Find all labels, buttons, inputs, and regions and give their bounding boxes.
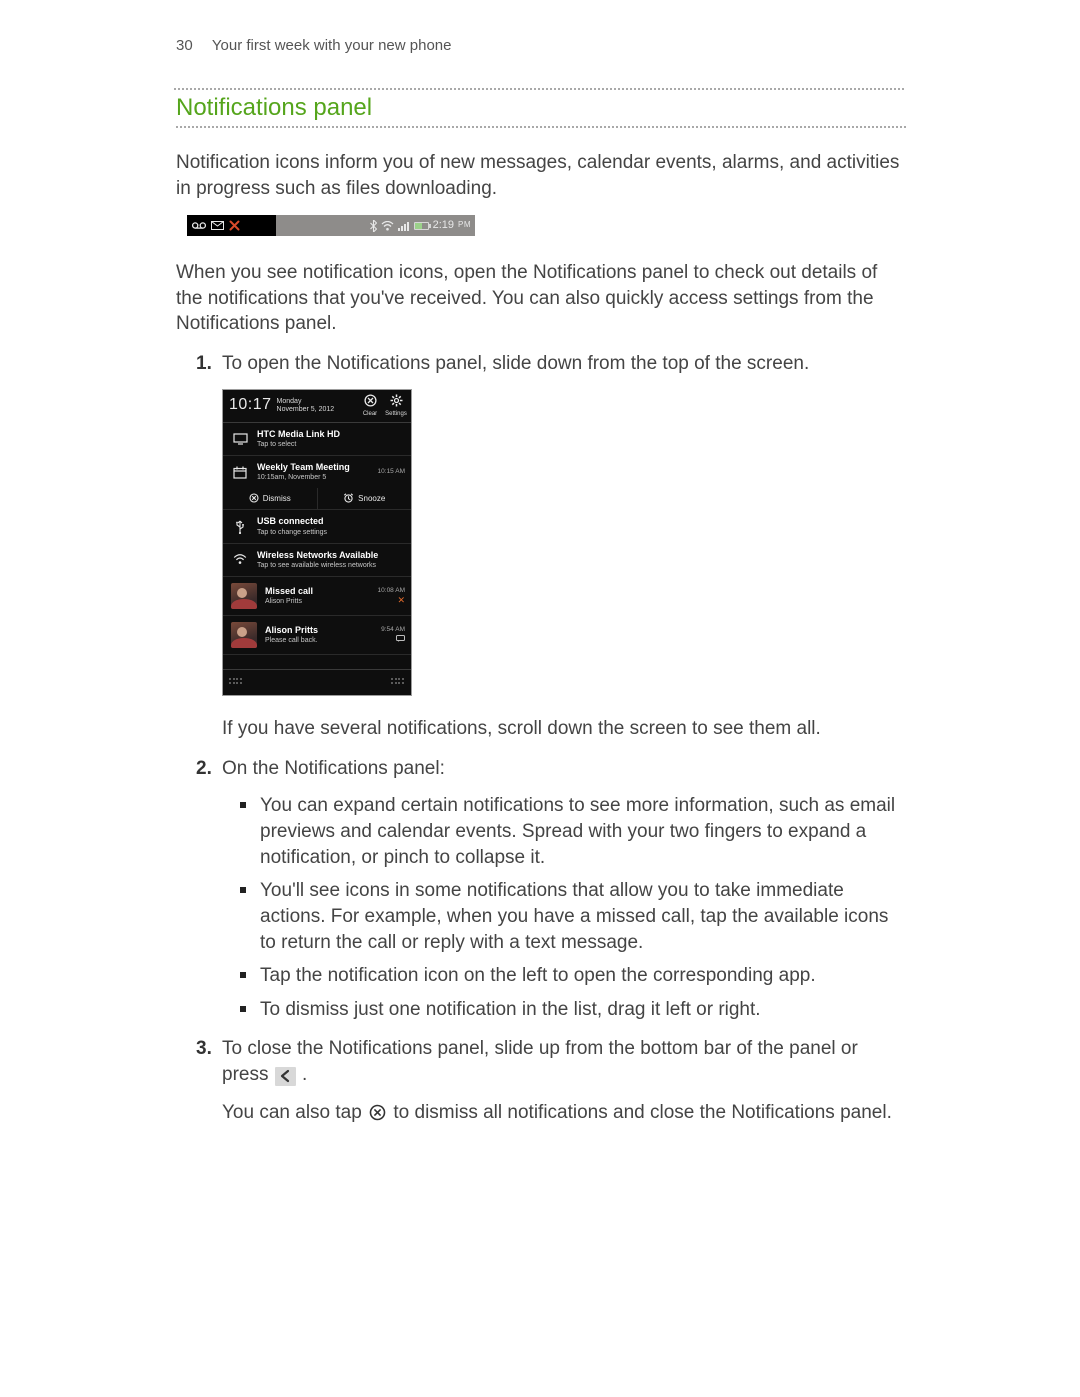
- page-number: 30: [176, 36, 208, 56]
- bluetooth-icon: [370, 220, 377, 232]
- intro-paragraph: Notification icons inform you of new mes…: [176, 150, 906, 201]
- step-2-bullet-2: You'll see icons in some notifications t…: [260, 878, 906, 955]
- rule-under: [176, 126, 906, 128]
- monitor-icon: [231, 433, 249, 445]
- status-time: 2:19: [433, 218, 454, 233]
- step-3-line-2: You can also tap to dismiss all notifica…: [222, 1100, 906, 1126]
- notifications-panel-figure: 10:17 Monday November 5, 2012 Clear: [222, 389, 412, 696]
- snooze-button[interactable]: Snooze: [317, 488, 412, 509]
- step-2-bullet-4: To dismiss just one notification in the …: [260, 997, 906, 1023]
- voicemail-icon: [192, 221, 206, 230]
- calendar-icon: [231, 466, 249, 479]
- dismiss-button[interactable]: Dismiss: [223, 488, 317, 509]
- clear-all-icon: [369, 1104, 386, 1121]
- panel-handle[interactable]: [223, 669, 411, 695]
- status-ampm: PM: [458, 220, 471, 231]
- battery-icon: [414, 222, 429, 230]
- settings-button[interactable]: Settings: [383, 394, 409, 418]
- notification-row-message[interactable]: Alison PrittsPlease call back. 9:54 AM: [223, 616, 411, 655]
- panel-day: Monday: [277, 398, 302, 405]
- wifi-icon: [381, 221, 394, 231]
- wifi-icon: [231, 554, 249, 565]
- step-1-text: To open the Notifications panel, slide d…: [222, 351, 906, 377]
- mail-icon: [211, 221, 224, 230]
- avatar: [231, 583, 257, 609]
- signal-icon: [398, 221, 410, 231]
- scroll-hint: If you have several notifications, scrol…: [222, 716, 906, 742]
- panel-date: November 5, 2012: [277, 406, 335, 413]
- header-breadcrumb: Your first week with your new phone: [212, 37, 452, 54]
- step-3-line-1: To close the Notifications panel, slide …: [222, 1036, 906, 1087]
- avatar: [231, 622, 257, 648]
- usb-icon: [231, 519, 249, 534]
- step-2-bullet-3: Tap the notification icon on the left to…: [260, 963, 906, 989]
- panel-clock: 10:17: [229, 396, 272, 414]
- notification-row-media-link[interactable]: HTC Media Link HDTap to select: [223, 423, 411, 456]
- message-icon: [381, 635, 405, 644]
- running-header: 30 Your first week with your new phone: [176, 36, 906, 56]
- notification-row-missed-call[interactable]: Missed callAlison Pritts 10:08 AM✕: [223, 577, 411, 616]
- section-title: Notifications panel: [176, 92, 376, 124]
- clear-button[interactable]: Clear: [357, 394, 383, 418]
- status-bar-figure: 2:19 PM: [187, 215, 475, 236]
- missed-call-icon: [229, 220, 240, 231]
- notification-row-meeting[interactable]: Weekly Team Meeting10:15am, November 5 1…: [223, 456, 411, 488]
- back-icon: [275, 1067, 296, 1086]
- notification-row-usb[interactable]: USB connectedTap to change settings: [223, 510, 411, 543]
- notification-row-wifi[interactable]: Wireless Networks AvailableTap to see av…: [223, 544, 411, 577]
- rule-top: [174, 88, 904, 90]
- step-2-bullet-1: You can expand certain notifications to …: [260, 793, 906, 870]
- after-statusbar-paragraph: When you see notification icons, open th…: [176, 260, 906, 337]
- warn-icon: ✕: [378, 595, 405, 605]
- step-2-intro: On the Notifications panel:: [222, 756, 906, 782]
